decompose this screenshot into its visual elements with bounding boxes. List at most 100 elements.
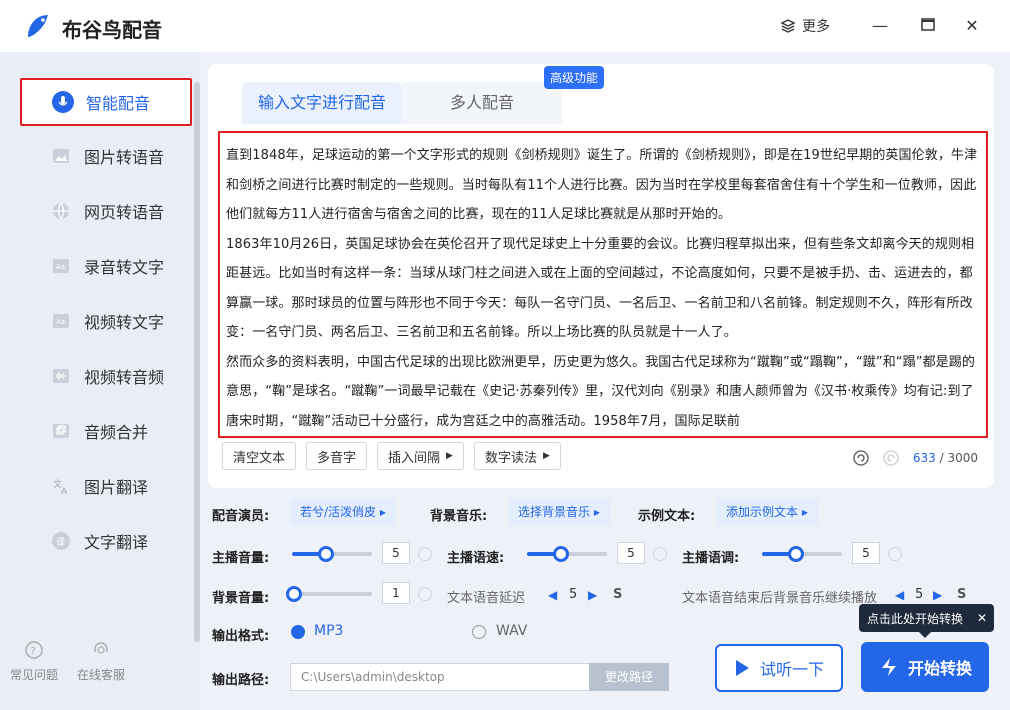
start-label: 开始转换 <box>907 659 972 678</box>
svg-text:Aa: Aa <box>56 318 65 326</box>
pitch-input[interactable]: 5 <box>852 542 880 564</box>
slider-knob[interactable] <box>286 586 302 602</box>
decrease-icon[interactable]: ◀ <box>548 588 557 602</box>
insert-pause-button[interactable]: 插入间隔 ▶ <box>377 442 464 470</box>
text-paragraph: 然而众多的资料表明，中国古代足球的出现比欧洲更早，历史更为悠久。我国古代足球称为… <box>226 354 975 429</box>
audio-wave-icon <box>53 369 69 383</box>
bgm-value: 选择背景音乐 <box>518 505 591 519</box>
more-menu[interactable]: 更多 <box>780 16 830 36</box>
voice-value: 若兮/活泼俏皮 <box>300 505 377 519</box>
undo-icon[interactable] <box>853 450 869 466</box>
sidebar-scrollbar[interactable] <box>194 82 200 642</box>
sample-select[interactable]: 添加示例文本 ▸ <box>716 498 818 526</box>
title-bar: 布谷鸟配音 更多 — ✕ <box>0 0 1010 52</box>
voice-select[interactable]: 若兮/活泼俏皮 ▸ <box>290 498 396 526</box>
start-convert-button[interactable]: 开始转换 <box>861 642 989 692</box>
wav-label[interactable]: WAV <box>496 623 527 639</box>
output-path-input[interactable]: C:\Users\admin\desktop <box>290 663 590 691</box>
sidebar-item-video-to-text[interactable]: Aa 视频转文字 <box>20 297 192 345</box>
sidebar-item-audio-merge[interactable]: 音频合并 <box>20 407 192 455</box>
sidebar-item-image-to-speech[interactable]: 图片转语音 <box>20 132 192 180</box>
sidebar-item-smart-dubbing[interactable]: 智能配音 <box>20 78 192 126</box>
delay-unit: S <box>613 587 623 602</box>
sample-value: 添加示例文本 <box>726 505 799 519</box>
wav-radio[interactable] <box>472 625 486 639</box>
image-icon <box>53 149 69 163</box>
question-icon: ? <box>25 641 43 659</box>
pitch-slider[interactable] <box>762 546 842 562</box>
slider-knob[interactable] <box>318 546 334 562</box>
polyphone-button[interactable]: 多音字 <box>306 442 368 470</box>
decrease-icon[interactable]: ◀ <box>895 588 904 602</box>
sidebar-item-recording-to-text[interactable]: Aa 录音转文字 <box>20 242 192 290</box>
sidebar-item-video-to-audio[interactable]: 视频转音频 <box>20 352 192 400</box>
bg-volume-slider[interactable] <box>286 586 372 602</box>
sidebar-item-label: 录音转文字 <box>84 258 165 277</box>
polyphone-label: 多音字 <box>317 450 357 466</box>
redo-icon[interactable] <box>883 450 899 466</box>
maximize-button[interactable] <box>918 16 938 36</box>
number-read-label: 数字读法 <box>484 450 537 466</box>
sidebar-item-text-translate[interactable]: 译 文字翻译 <box>20 517 192 565</box>
sidebar-item-label: 视频转音频 <box>84 368 165 387</box>
text-doc-icon: Aa <box>53 259 69 273</box>
reset-icon[interactable] <box>418 547 432 561</box>
svg-text:译: 译 <box>56 537 65 548</box>
tab-text-dubbing[interactable]: 输入文字进行配音 <box>242 82 402 124</box>
increase-icon[interactable]: ▶ <box>588 588 597 602</box>
reset-icon[interactable] <box>418 587 432 601</box>
svg-text:Aa: Aa <box>56 263 65 271</box>
reset-icon[interactable] <box>653 547 667 561</box>
increase-icon[interactable]: ▶ <box>933 588 942 602</box>
text-paragraph: 1863年10月26日，英国足球协会在英伦召开了现代足球史上十分重要的会议。比赛… <box>226 236 975 341</box>
mp3-radio[interactable] <box>291 625 305 639</box>
online-service-button[interactable]: 在线客服 <box>77 640 125 683</box>
editor-card: 输入文字进行配音 多人配音 高级功能 直到1848年，足球运动的第一个文字形式的… <box>208 64 994 488</box>
number-read-button[interactable]: 数字读法 ▶ <box>473 442 561 470</box>
caret-right-icon: ▶ <box>542 451 550 461</box>
text-doc-icon: Aa <box>53 314 69 328</box>
sidebar-item-label: 图片翻译 <box>84 478 149 497</box>
faq-button[interactable]: ? 常见问题 <box>10 640 58 683</box>
delay-label: 文本语音延迟 <box>447 591 526 606</box>
speed-input[interactable]: 5 <box>617 542 645 564</box>
sidebar-item-label: 文字翻译 <box>84 533 149 552</box>
speed-slider[interactable] <box>527 546 607 562</box>
mp3-label[interactable]: MP3 <box>314 623 343 639</box>
reset-icon[interactable] <box>888 547 902 561</box>
sidebar-item-image-translate[interactable]: 文A 图片翻译 <box>20 462 192 510</box>
tail-value: 5 <box>915 587 924 602</box>
bgm-select[interactable]: 选择背景音乐 ▸ <box>508 498 610 526</box>
sidebar-item-label: 网页转语音 <box>84 203 165 222</box>
sidebar-item-label: 视频转文字 <box>84 313 165 332</box>
translate-icon: 文A <box>53 478 68 497</box>
text-toolbar: 清空文本 多音字 插入间隔 ▶ 数字读法 ▶ <box>222 442 561 470</box>
clear-text-button[interactable]: 清空文本 <box>222 442 297 470</box>
sidebar-item-web-to-speech[interactable]: 网页转语音 <box>20 187 192 235</box>
char-max: / 3000 <box>939 451 978 465</box>
clear-text-label: 清空文本 <box>233 450 286 466</box>
insert-pause-label: 插入间隔 <box>388 450 441 466</box>
slider-knob[interactable] <box>553 546 569 562</box>
online-service-label: 在线客服 <box>77 668 126 682</box>
sidebar-item-label: 智能配音 <box>86 94 151 113</box>
slider-knob[interactable] <box>788 546 804 562</box>
voice-label: 配音演员: <box>212 509 270 524</box>
mode-tabs: 输入文字进行配音 多人配音 <box>242 82 562 124</box>
sidebar-item-label: 音频合并 <box>84 423 149 442</box>
text-input-area[interactable]: 直到1848年，足球运动的第一个文字形式的规则《剑桥规则》诞生了。所谓的《剑桥规… <box>218 131 988 438</box>
volume-slider[interactable] <box>292 546 372 562</box>
tab-multi-voice[interactable]: 多人配音 <box>402 82 562 124</box>
bg-volume-label: 背景音量: <box>212 591 270 606</box>
close-icon[interactable]: ✕ <box>977 611 987 625</box>
app-logo-icon <box>28 15 48 37</box>
bg-volume-input[interactable]: 1 <box>382 582 410 604</box>
close-button[interactable]: ✕ <box>962 16 982 36</box>
minimize-button[interactable]: — <box>870 16 890 36</box>
change-path-button[interactable]: 更改路径 <box>589 663 669 691</box>
caret-right-icon: ▶ <box>446 451 453 461</box>
volume-input[interactable]: 5 <box>382 542 410 564</box>
maximize-icon <box>921 18 935 31</box>
path-label: 输出路径: <box>212 673 270 688</box>
preview-button[interactable]: 试听一下 <box>715 644 843 692</box>
